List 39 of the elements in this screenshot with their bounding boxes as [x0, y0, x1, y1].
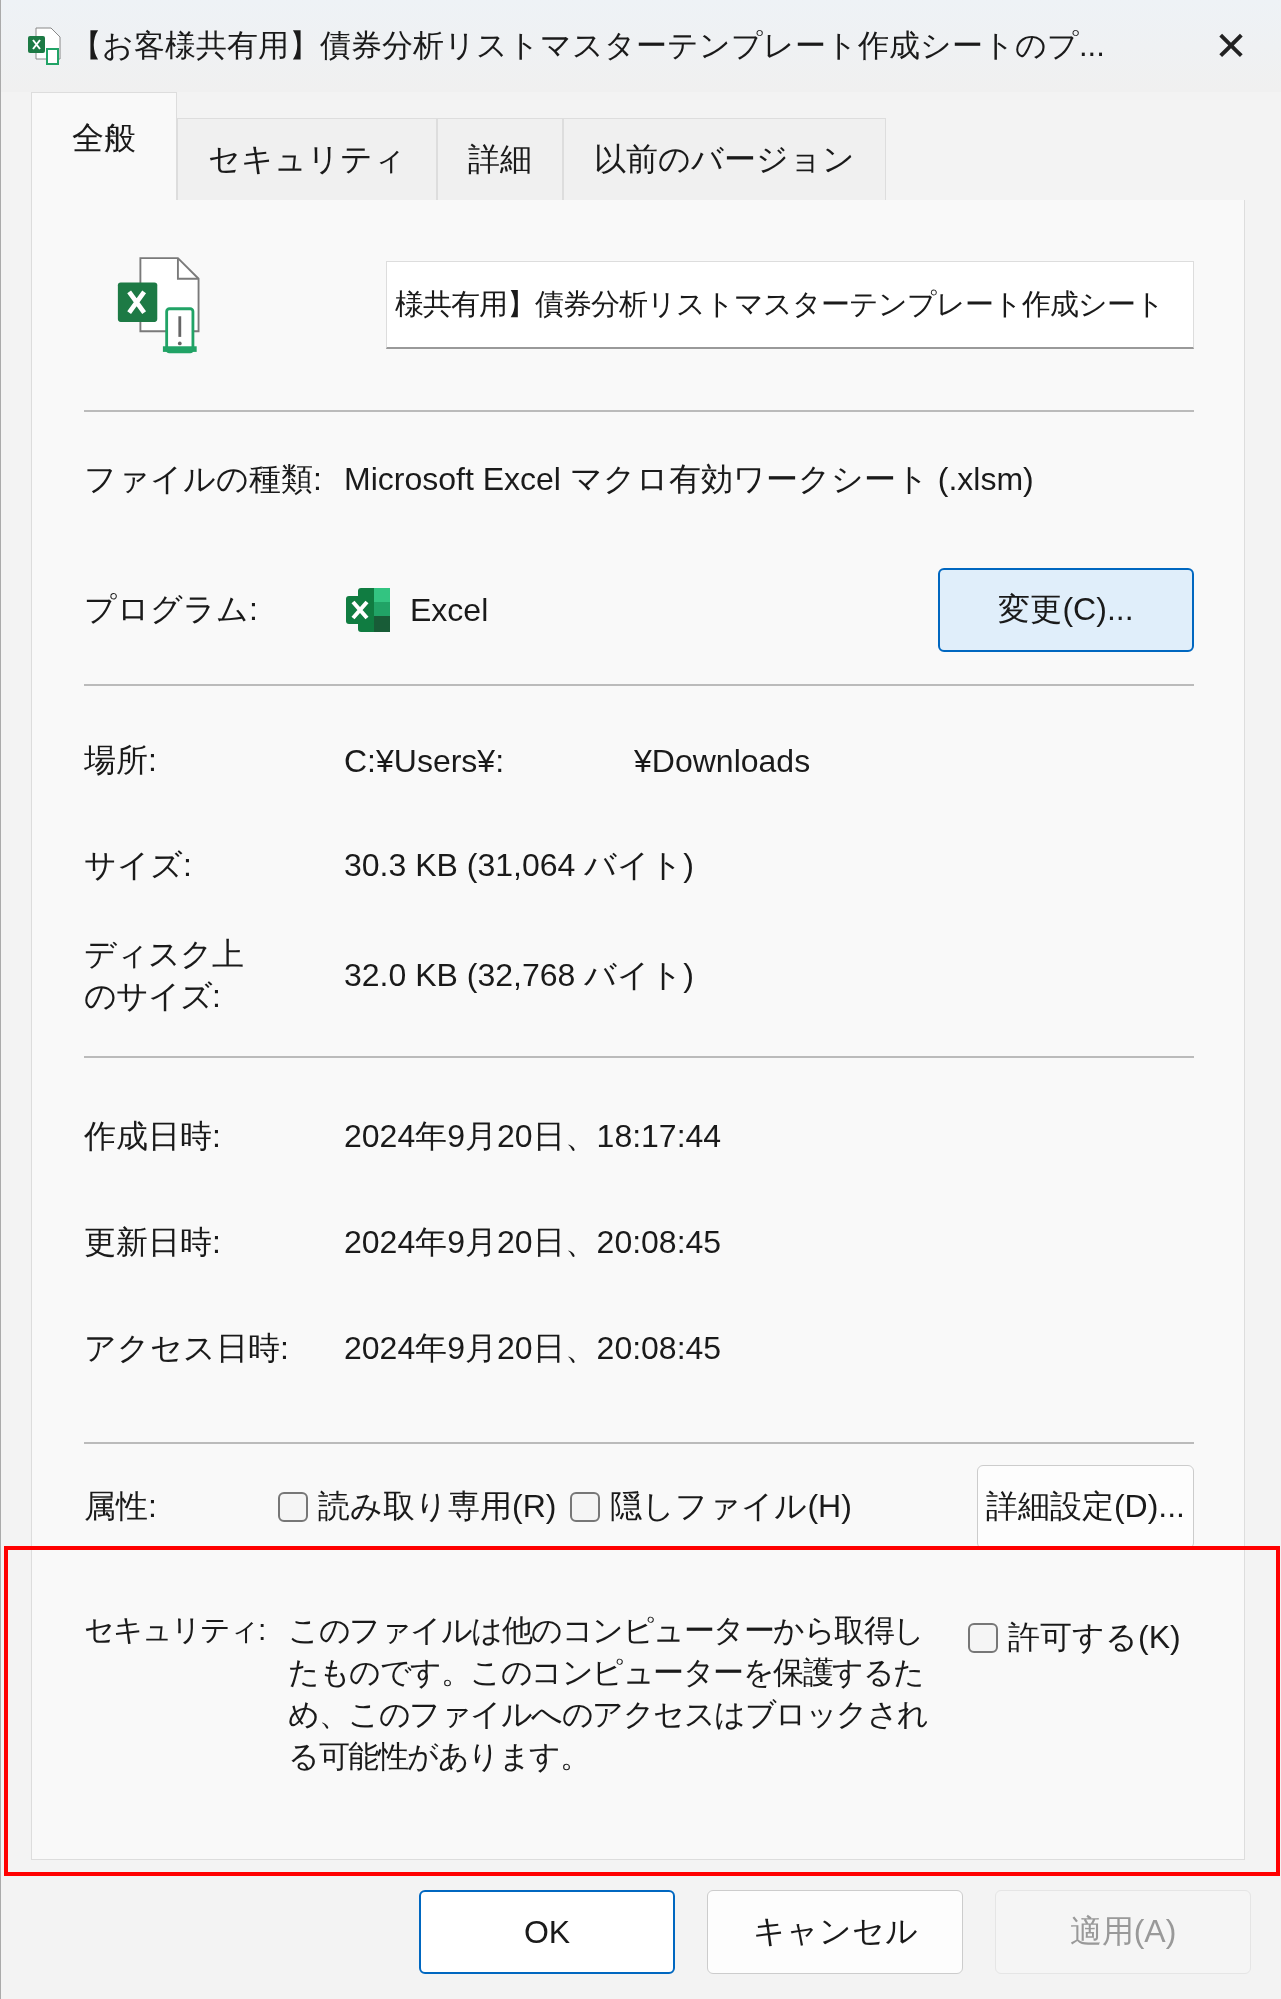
field-value: Microsoft Excel マクロ有効ワークシート (.xlsm): [344, 460, 1034, 499]
field-label: サイズ:: [84, 846, 193, 885]
field-label: ディスク上のサイズ:: [84, 935, 244, 1016]
excel-file-icon: [27, 27, 61, 65]
checkbox[interactable]: [570, 1492, 601, 1522]
field-label: アクセス日時:: [84, 1329, 290, 1368]
tab[interactable]: 詳細: [437, 118, 563, 200]
field-value: Excel: [410, 591, 489, 629]
field-value: ¥Downloads: [634, 742, 811, 780]
field-label: 作成日時:: [84, 1117, 222, 1156]
field-value: 2024年9月20日、20:08:45: [344, 1223, 722, 1262]
tab[interactable]: セキュリティ: [177, 118, 437, 200]
close-button[interactable]: ✕: [1201, 22, 1261, 70]
dialog-button[interactable]: OK: [419, 1890, 675, 1974]
field-label: 場所:: [84, 741, 158, 780]
field-label: ファイルの種類:: [84, 460, 323, 499]
field-label: プログラム:: [84, 590, 259, 629]
advanced-button[interactable]: 詳細設定(D)...: [976, 1465, 1194, 1549]
checkbox[interactable]: [968, 1623, 998, 1653]
field-value: 2024年9月20日、20:08:45: [344, 1329, 722, 1368]
field-value: 32.0 KB (32,768 バイト): [344, 956, 694, 995]
field-label: 属性:: [84, 1487, 158, 1526]
checkbox[interactable]: [278, 1492, 308, 1522]
security-message: このファイルは他のコンピューターから取得したものです。このコンピューターを保護するため、このファイルへのアクセスはブロックされる可能性があります。: [288, 1612, 929, 1776]
field-label: 更新日時:: [84, 1223, 222, 1262]
field-value: 30.3 KB (31,064 バイト): [344, 846, 694, 885]
tab[interactable]: 全般: [31, 92, 177, 200]
field-label: セキュリティ:: [84, 1612, 266, 1648]
window-title: 【お客様共有用】債券分析リストマスターテンプレート作成シートのプ...: [71, 27, 1106, 65]
checkbox-label[interactable]: 許可する(K): [1008, 1616, 1181, 1660]
excel-icon: [344, 586, 392, 634]
dialog-button[interactable]: キャンセル: [707, 1890, 963, 1974]
checkbox-label[interactable]: 読み取り専用(R): [318, 1485, 557, 1529]
checkbox-label[interactable]: 隠しファイル(H): [610, 1485, 852, 1529]
field-value: 2024年9月20日、18:17:44: [344, 1117, 722, 1156]
tab[interactable]: 以前のバージョン: [563, 118, 886, 200]
field-value: C:¥Users¥:: [344, 742, 505, 780]
file-name-field[interactable]: 様共有用】債券分析リストマスターテンプレート作成シート: [386, 261, 1194, 349]
change-button[interactable]: 変更(C)...: [938, 568, 1194, 652]
